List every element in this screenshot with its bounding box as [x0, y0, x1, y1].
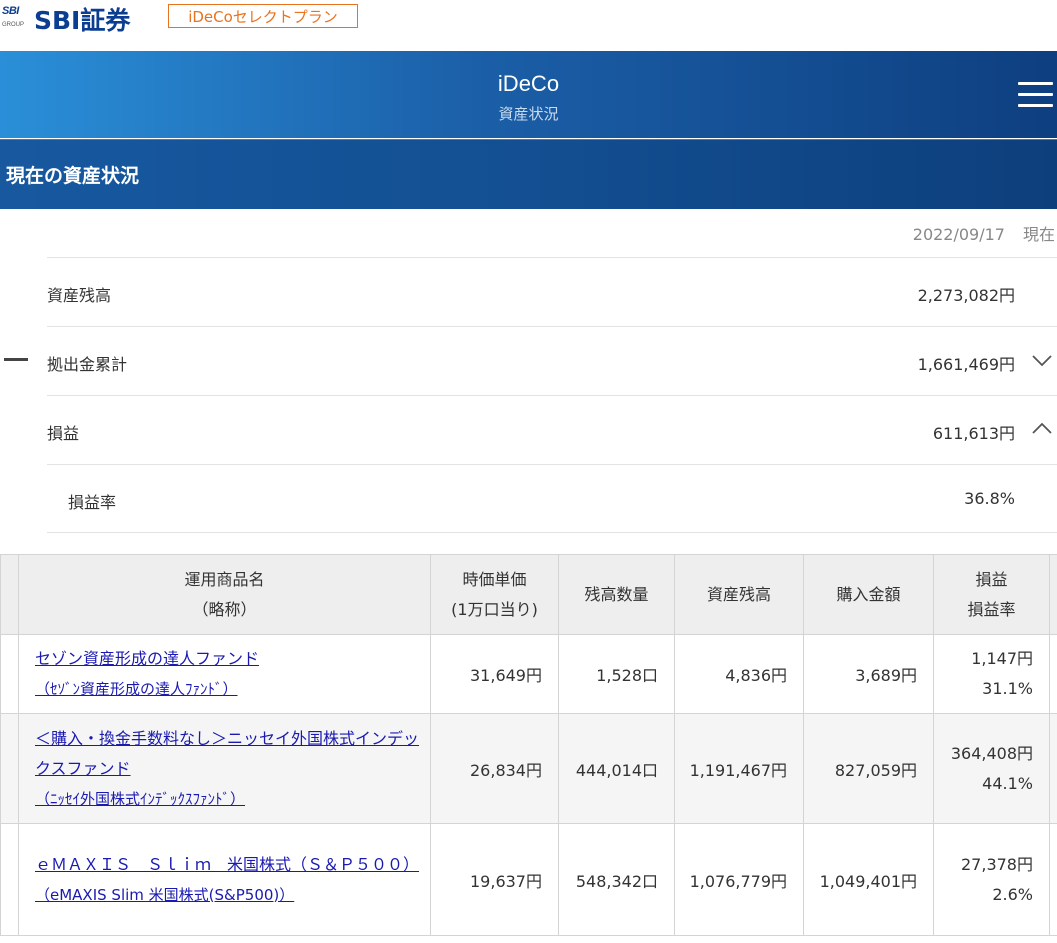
- summary-label: 損益: [47, 424, 80, 443]
- chevron-up-icon[interactable]: [1031, 418, 1053, 440]
- summary-row-profit-rate: 損益率 36.8%: [47, 464, 1057, 533]
- header-text: 時価単価: [462, 569, 527, 589]
- summary-value: 2,273,082円: [917, 286, 1015, 305]
- summary-row-profit[interactable]: 損益 611,613円: [47, 395, 1057, 464]
- profit-amount: 364,408円: [950, 743, 1033, 763]
- fund-name-cell: ＜購入・換金手数料なし＞ニッセイ外国株式インデックスファンド （ﾆｯｾｲ外国株式…: [18, 713, 431, 824]
- as-of-date-value: 2022/09/17: [912, 225, 1005, 244]
- header-text: (1万口当り): [451, 599, 538, 619]
- profit-cell: 27,378円 2.6%: [933, 823, 1050, 936]
- column-header-purchase: 購入金額: [803, 554, 934, 635]
- profit-cell: 1,147円 31.1%: [933, 634, 1050, 714]
- profit-rate: 44.1%: [982, 773, 1033, 793]
- sbi-logo-mark-sub: GROUP: [2, 22, 25, 28]
- page-subtitle: 資産状況: [498, 105, 559, 123]
- fund-name-link[interactable]: ｅＭＡＸＩＳ Ｓｌｉｍ 米国株式（Ｓ＆Ｐ５００）: [35, 855, 419, 874]
- fund-abbr-link[interactable]: （eMAXIS Slim 米国株式(S&P500)）: [35, 886, 294, 904]
- fund-name-link[interactable]: セゾン資産形成の達人ファンド: [35, 649, 259, 668]
- section-title: 現在の資産状況: [6, 165, 140, 187]
- hamburger-menu-icon[interactable]: [1018, 82, 1054, 108]
- page-header: iDeCo 資産状況: [0, 51, 1057, 138]
- column-header-balance: 資産残高: [674, 554, 804, 635]
- sbi-securities-logo[interactable]: SBI証券: [34, 1, 130, 37]
- profit-rate: 2.6%: [992, 884, 1033, 904]
- sbi-logo-mark: SBI: [2, 5, 19, 17]
- brand-bar: SBI GROUP SBI証券 iDeCoセレクトプラン: [0, 0, 1057, 51]
- section-header: 現在の資産状況: [0, 139, 1057, 209]
- sbi-group-logo-icon: SBI GROUP: [2, 5, 28, 31]
- table-row: ＜購入・換金手数料なし＞ニッセイ外国株式インデックスファンド （ﾆｯｾｲ外国株式…: [0, 713, 1057, 824]
- column-header-fund-name: 運用商品名 （略称）: [18, 554, 431, 635]
- minus-icon[interactable]: [4, 358, 28, 361]
- units-cell: 444,014口: [558, 713, 675, 824]
- profit-rate: 31.1%: [982, 679, 1033, 698]
- price-cell: 19,637円: [430, 823, 559, 936]
- summary-label: 損益率: [68, 493, 117, 512]
- fund-abbr-link[interactable]: （ｾｿﾞﾝ資産形成の達人ﾌｧﾝﾄﾞ）: [35, 680, 238, 698]
- column-header-units: 残高数量: [558, 554, 675, 635]
- table-header-row: 運用商品名 （略称） 時価単価 (1万口当り) 残高数量 資産残高 購入金額 損…: [0, 554, 1057, 635]
- chevron-down-icon[interactable]: [1031, 349, 1053, 371]
- fund-abbr-link[interactable]: （ﾆｯｾｲ外国株式ｲﾝﾃﾞｯｸｽﾌｧﾝﾄﾞ）: [35, 790, 245, 808]
- as-of-suffix: 現在: [1022, 225, 1055, 244]
- header-text: （略称）: [192, 599, 257, 619]
- profit-amount: 27,378円: [961, 854, 1033, 874]
- summary-row-contributions[interactable]: 拠出金累計 1,661,469円: [47, 326, 1057, 395]
- header-text: 損益率: [967, 599, 1016, 619]
- table-row: セゾン資産形成の達人ファンド （ｾｿﾞﾝ資産形成の達人ﾌｧﾝﾄﾞ） 31,649…: [0, 634, 1057, 714]
- balance-cell: 1,191,467円: [674, 713, 804, 824]
- table-row: ｅＭＡＸＩＳ Ｓｌｉｍ 米国株式（Ｓ＆Ｐ５００） （eMAXIS Slim 米国…: [0, 823, 1057, 936]
- header-text: 運用商品名: [184, 569, 265, 589]
- profit-amount: 1,147円: [971, 649, 1033, 668]
- purchase-cell: 827,059円: [803, 713, 934, 824]
- column-header-price: 時価単価 (1万口当り): [430, 554, 559, 635]
- page-title: iDeCo: [497, 71, 560, 96]
- summary-value: 36.8%: [964, 489, 1015, 508]
- purchase-cell: 1,049,401円: [803, 823, 934, 936]
- price-cell: 31,649円: [430, 634, 559, 714]
- summary-label: 拠出金累計: [47, 355, 128, 374]
- divider: [47, 532, 1057, 533]
- fund-name-cell: ｅＭＡＸＩＳ Ｓｌｉｍ 米国株式（Ｓ＆Ｐ５００） （eMAXIS Slim 米国…: [18, 823, 431, 936]
- price-cell: 26,834円: [430, 713, 559, 824]
- summary-row-balance: 資産残高 2,273,082円: [47, 257, 1057, 326]
- header-text: 損益: [975, 569, 1008, 589]
- fund-name-link[interactable]: ＜購入・換金手数料なし＞ニッセイ外国株式インデックスファンド: [35, 729, 419, 778]
- column-header-profit: 損益 損益率: [933, 554, 1050, 635]
- summary-label: 資産残高: [47, 286, 112, 305]
- summary-value: 1,661,469円: [917, 355, 1015, 374]
- units-cell: 1,528口: [558, 634, 675, 714]
- profit-cell: 364,408円 44.1%: [933, 713, 1050, 824]
- balance-cell: 1,076,779円: [674, 823, 804, 936]
- fund-name-cell: セゾン資産形成の達人ファンド （ｾｿﾞﾝ資産形成の達人ﾌｧﾝﾄﾞ）: [18, 634, 431, 714]
- purchase-cell: 3,689円: [803, 634, 934, 714]
- holdings-table: 運用商品名 （略称） 時価単価 (1万口当り) 残高数量 資産残高 購入金額 損…: [0, 554, 1057, 936]
- summary-value: 611,613円: [932, 424, 1015, 443]
- balance-cell: 4,836円: [674, 634, 804, 714]
- plan-badge: iDeCoセレクトプラン: [168, 4, 358, 28]
- as-of-date: 2022/09/17 現在: [913, 221, 1055, 245]
- units-cell: 548,342口: [558, 823, 675, 936]
